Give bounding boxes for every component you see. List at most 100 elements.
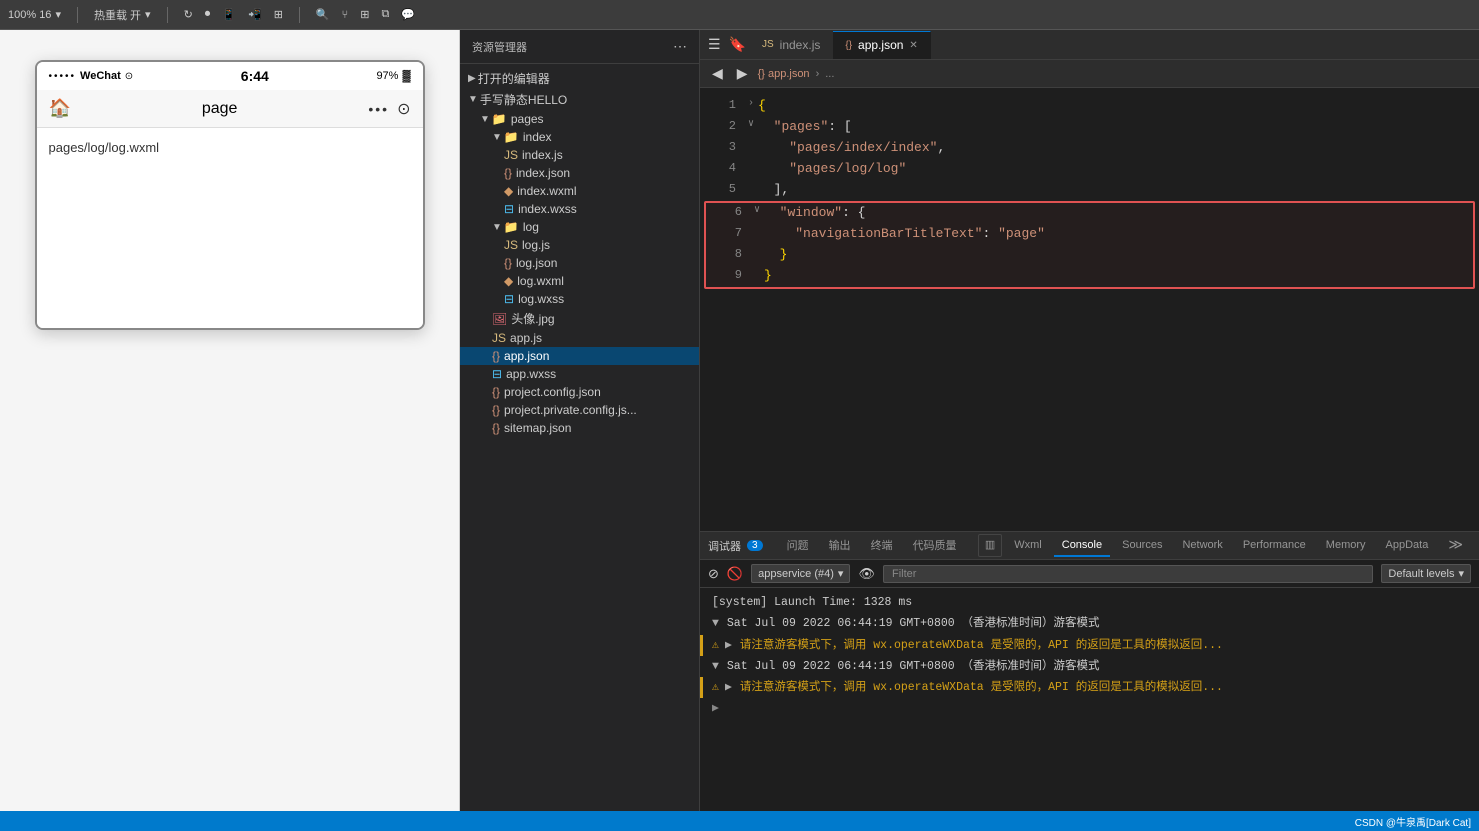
file-index-wxml[interactable]: ◆ index.wxml (460, 182, 699, 200)
grid-button[interactable]: ⊞ (360, 8, 369, 21)
file-log-wxss[interactable]: ⊟ log.wxss (460, 290, 699, 308)
search-button[interactable]: 🔍 (316, 8, 330, 21)
console-line-arrow: ▶ (700, 698, 1479, 719)
json-icon-project-private: {} (492, 403, 500, 417)
hotreload-control[interactable]: 热重载 开 ▾ (94, 7, 151, 23)
tablet-mode-button[interactable]: 📲 (248, 8, 262, 21)
console-eye-button[interactable]: 👁 (858, 566, 875, 582)
expand-icon-warn1[interactable]: ▶ (725, 637, 732, 654)
file-label-app-js: app.js (510, 331, 542, 345)
copy-button[interactable]: ⧉ (381, 8, 389, 21)
file-log-wxml[interactable]: ◆ log.wxml (460, 272, 699, 290)
wxml-icon-index-wxml: ◆ (504, 184, 513, 198)
sidebar-toggle-button[interactable]: ☰ (704, 34, 725, 55)
devtools-tab-wenjian[interactable]: 问题 (779, 533, 817, 559)
console-context-value: appservice (#4) (758, 568, 834, 580)
code-line-5: 5 ], (700, 180, 1479, 201)
devtools-tab-zhongduan[interactable]: 终端 (863, 533, 901, 559)
file-app-js[interactable]: JS app.js (460, 329, 699, 347)
line-content-6: "window": { (764, 203, 1465, 224)
phone-home-button[interactable]: 🏠 (49, 98, 71, 119)
folder-label-pages: pages (511, 112, 544, 126)
expand-icon-1[interactable]: ▼ (712, 615, 719, 632)
record-button[interactable]: ⏺ (205, 8, 211, 21)
code-editor[interactable]: 1 › { 2 ∨ "pages": [ 3 "page (700, 88, 1479, 531)
phone-content: pages/log/log.wxml (37, 128, 423, 328)
devtools-tab-console[interactable]: Console (1054, 535, 1110, 557)
devtools-tab-sources[interactable]: Sources (1114, 535, 1170, 557)
fold-arrow-3 (748, 138, 754, 154)
file-panel-menu-icon[interactable]: ⋯ (673, 38, 687, 55)
file-project-private[interactable]: {} project.private.config.js... (460, 401, 699, 419)
nav-forward-button[interactable]: ▶ (733, 63, 752, 84)
code-line-4: 4 "pages/log/log" (700, 159, 1479, 180)
file-app-json[interactable]: {} app.json (460, 347, 699, 365)
console-prompt-arrow[interactable]: ▶ (712, 700, 719, 717)
file-touhua[interactable]: 🖼 头像.jpg (460, 308, 699, 329)
console-toolbar: ⊘ 🚫 appservice (#4) ▾ 👁 Filter Default l… (700, 560, 1479, 588)
file-project-config[interactable]: {} project.config.json (460, 383, 699, 401)
devtools-tab-daima[interactable]: 代码质量 (905, 533, 965, 559)
refresh-button[interactable]: ↻ (184, 8, 193, 21)
line-num-7: 7 (714, 224, 742, 243)
console-filter-input[interactable]: Filter (883, 565, 1373, 583)
wxss-icon-log-wxss: ⊟ (504, 292, 514, 306)
file-sitemap[interactable]: {} sitemap.json (460, 419, 699, 437)
devtools-tab-more[interactable]: ≫ (1440, 532, 1471, 559)
console-clear-button[interactable]: 🚫 (727, 566, 743, 582)
zoom-control[interactable]: 100% 16 ▾ (8, 8, 61, 21)
devtools-tab-appdata[interactable]: AppData (1378, 535, 1437, 557)
devtools-tab-network[interactable]: Network (1174, 535, 1230, 557)
phone-mode-button[interactable]: 📱 (222, 8, 236, 21)
tab-index-js[interactable]: JS index.js (750, 31, 833, 59)
fold-arrow-2[interactable]: ∨ (748, 117, 754, 133)
tab-app-json[interactable]: {} app.json ✕ (833, 31, 930, 59)
wechat-button[interactable]: 💬 (401, 8, 415, 21)
file-panel-header: 资源管理器 ⋯ (460, 30, 699, 64)
search-icon: 🔍 (316, 8, 330, 21)
file-log-json[interactable]: {} log.json (460, 254, 699, 272)
phone-nav-title: page (202, 100, 238, 118)
folder-log[interactable]: ▼ 📁 log (460, 218, 699, 236)
file-index-wxss[interactable]: ⊟ index.wxss (460, 200, 699, 218)
bookmark-button[interactable]: 🔖 (725, 34, 750, 55)
nav-back-button[interactable]: ◀ (708, 63, 727, 84)
console-ban-button[interactable]: ⊘ (708, 566, 719, 582)
line-num-8: 8 (714, 245, 742, 264)
phone-nav-bar: 🏠 page ••• ⊙ (37, 90, 423, 128)
expand-icon-2[interactable]: ▼ (712, 658, 719, 675)
section-arrow-editors: ▶ (468, 73, 476, 84)
json-icon-app-json: {} (492, 349, 500, 363)
tab-close-app-json[interactable]: ✕ (909, 40, 917, 51)
section-open-editors[interactable]: ▶ 打开的编辑器 (460, 68, 699, 89)
file-app-wxss[interactable]: ⊟ app.wxss (460, 365, 699, 383)
file-log-js[interactable]: JS log.js (460, 236, 699, 254)
console-levels-select[interactable]: Default levels ▾ (1381, 564, 1471, 583)
line-content-1: { (758, 96, 1471, 117)
devtools-tab-cursor[interactable]: ▥ (979, 535, 1001, 556)
fold-arrow-6[interactable]: ∨ (754, 203, 760, 219)
section-project[interactable]: ▼ 手写静态HELLO (460, 89, 699, 110)
split-button[interactable]: ⊞ (274, 8, 283, 21)
devtools-tab-performance[interactable]: Performance (1235, 535, 1314, 557)
folder-index[interactable]: ▼ 📁 index (460, 128, 699, 146)
warn-icon-1: ⚠ (712, 637, 719, 654)
console-levels-arrow: ▾ (1458, 567, 1464, 580)
fold-arrow-1[interactable]: › (748, 96, 754, 112)
line-num-3: 3 (708, 138, 736, 157)
devtools-tab-shuchu[interactable]: 输出 (821, 533, 859, 559)
file-index-json[interactable]: {} index.json (460, 164, 699, 182)
devtools-tab-memory[interactable]: Memory (1318, 535, 1374, 557)
folder-pages[interactable]: ▼ 📁 pages (460, 110, 699, 128)
expand-icon-warn2[interactable]: ▶ (725, 679, 732, 696)
pages-arrow: ▼ (480, 114, 490, 125)
code-line-8: 8 } (706, 245, 1473, 266)
devtools-tab-wxml[interactable]: Wxml (1006, 535, 1050, 557)
line-num-4: 4 (708, 159, 736, 178)
phone-nav-dots[interactable]: ••• (368, 101, 389, 117)
phone-nav-circle[interactable]: ⊙ (397, 99, 410, 119)
branch-button[interactable]: ⑂ (342, 9, 349, 21)
console-context-select[interactable]: appservice (#4) ▾ (751, 564, 850, 583)
file-index-js[interactable]: JS index.js (460, 146, 699, 164)
branch-icon: ⑂ (342, 9, 349, 21)
